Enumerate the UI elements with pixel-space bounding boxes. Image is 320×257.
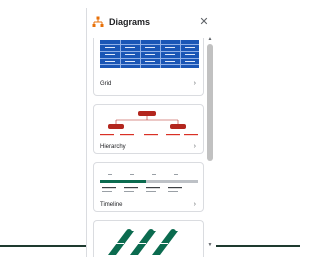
chevron-right-icon: ›	[193, 201, 196, 208]
panel-header: Diagrams ✕	[87, 8, 216, 36]
card-label-hierarchy: Hierarchy	[100, 144, 126, 150]
bottom-edge-left	[0, 245, 86, 247]
diagram-icon	[92, 16, 104, 27]
hierarchy-preview-image	[100, 111, 198, 136]
diagram-card-next[interactable]	[93, 220, 204, 257]
grid-preview-image	[100, 40, 199, 68]
panel-title: Diagrams	[109, 17, 151, 27]
next-preview-image	[108, 229, 178, 255]
chevron-right-icon: ›	[193, 80, 196, 87]
scroll-down-icon[interactable]: ▼	[206, 242, 214, 249]
diagram-card-grid[interactable]: Grid ›	[93, 38, 204, 96]
card-label-grid: Grid	[100, 81, 112, 87]
diagram-card-timeline[interactable]: Timeline ›	[93, 162, 204, 212]
card-label-timeline: Timeline	[100, 202, 123, 208]
bottom-edge-right	[216, 245, 300, 247]
diagrams-side-panel: Diagrams ✕ Grid › Hierarchy › Timeline ›…	[86, 8, 216, 257]
timeline-preview-image	[100, 174, 198, 192]
document-canvas	[0, 0, 86, 257]
scroll-thumb[interactable]	[207, 44, 213, 161]
close-button[interactable]: ✕	[197, 15, 211, 29]
vertical-scrollbar[interactable]: ▲ ▼	[206, 36, 214, 257]
diagram-card-hierarchy[interactable]: Hierarchy ›	[93, 104, 204, 154]
scroll-up-icon[interactable]: ▲	[206, 36, 214, 43]
chevron-right-icon: ›	[193, 143, 196, 150]
